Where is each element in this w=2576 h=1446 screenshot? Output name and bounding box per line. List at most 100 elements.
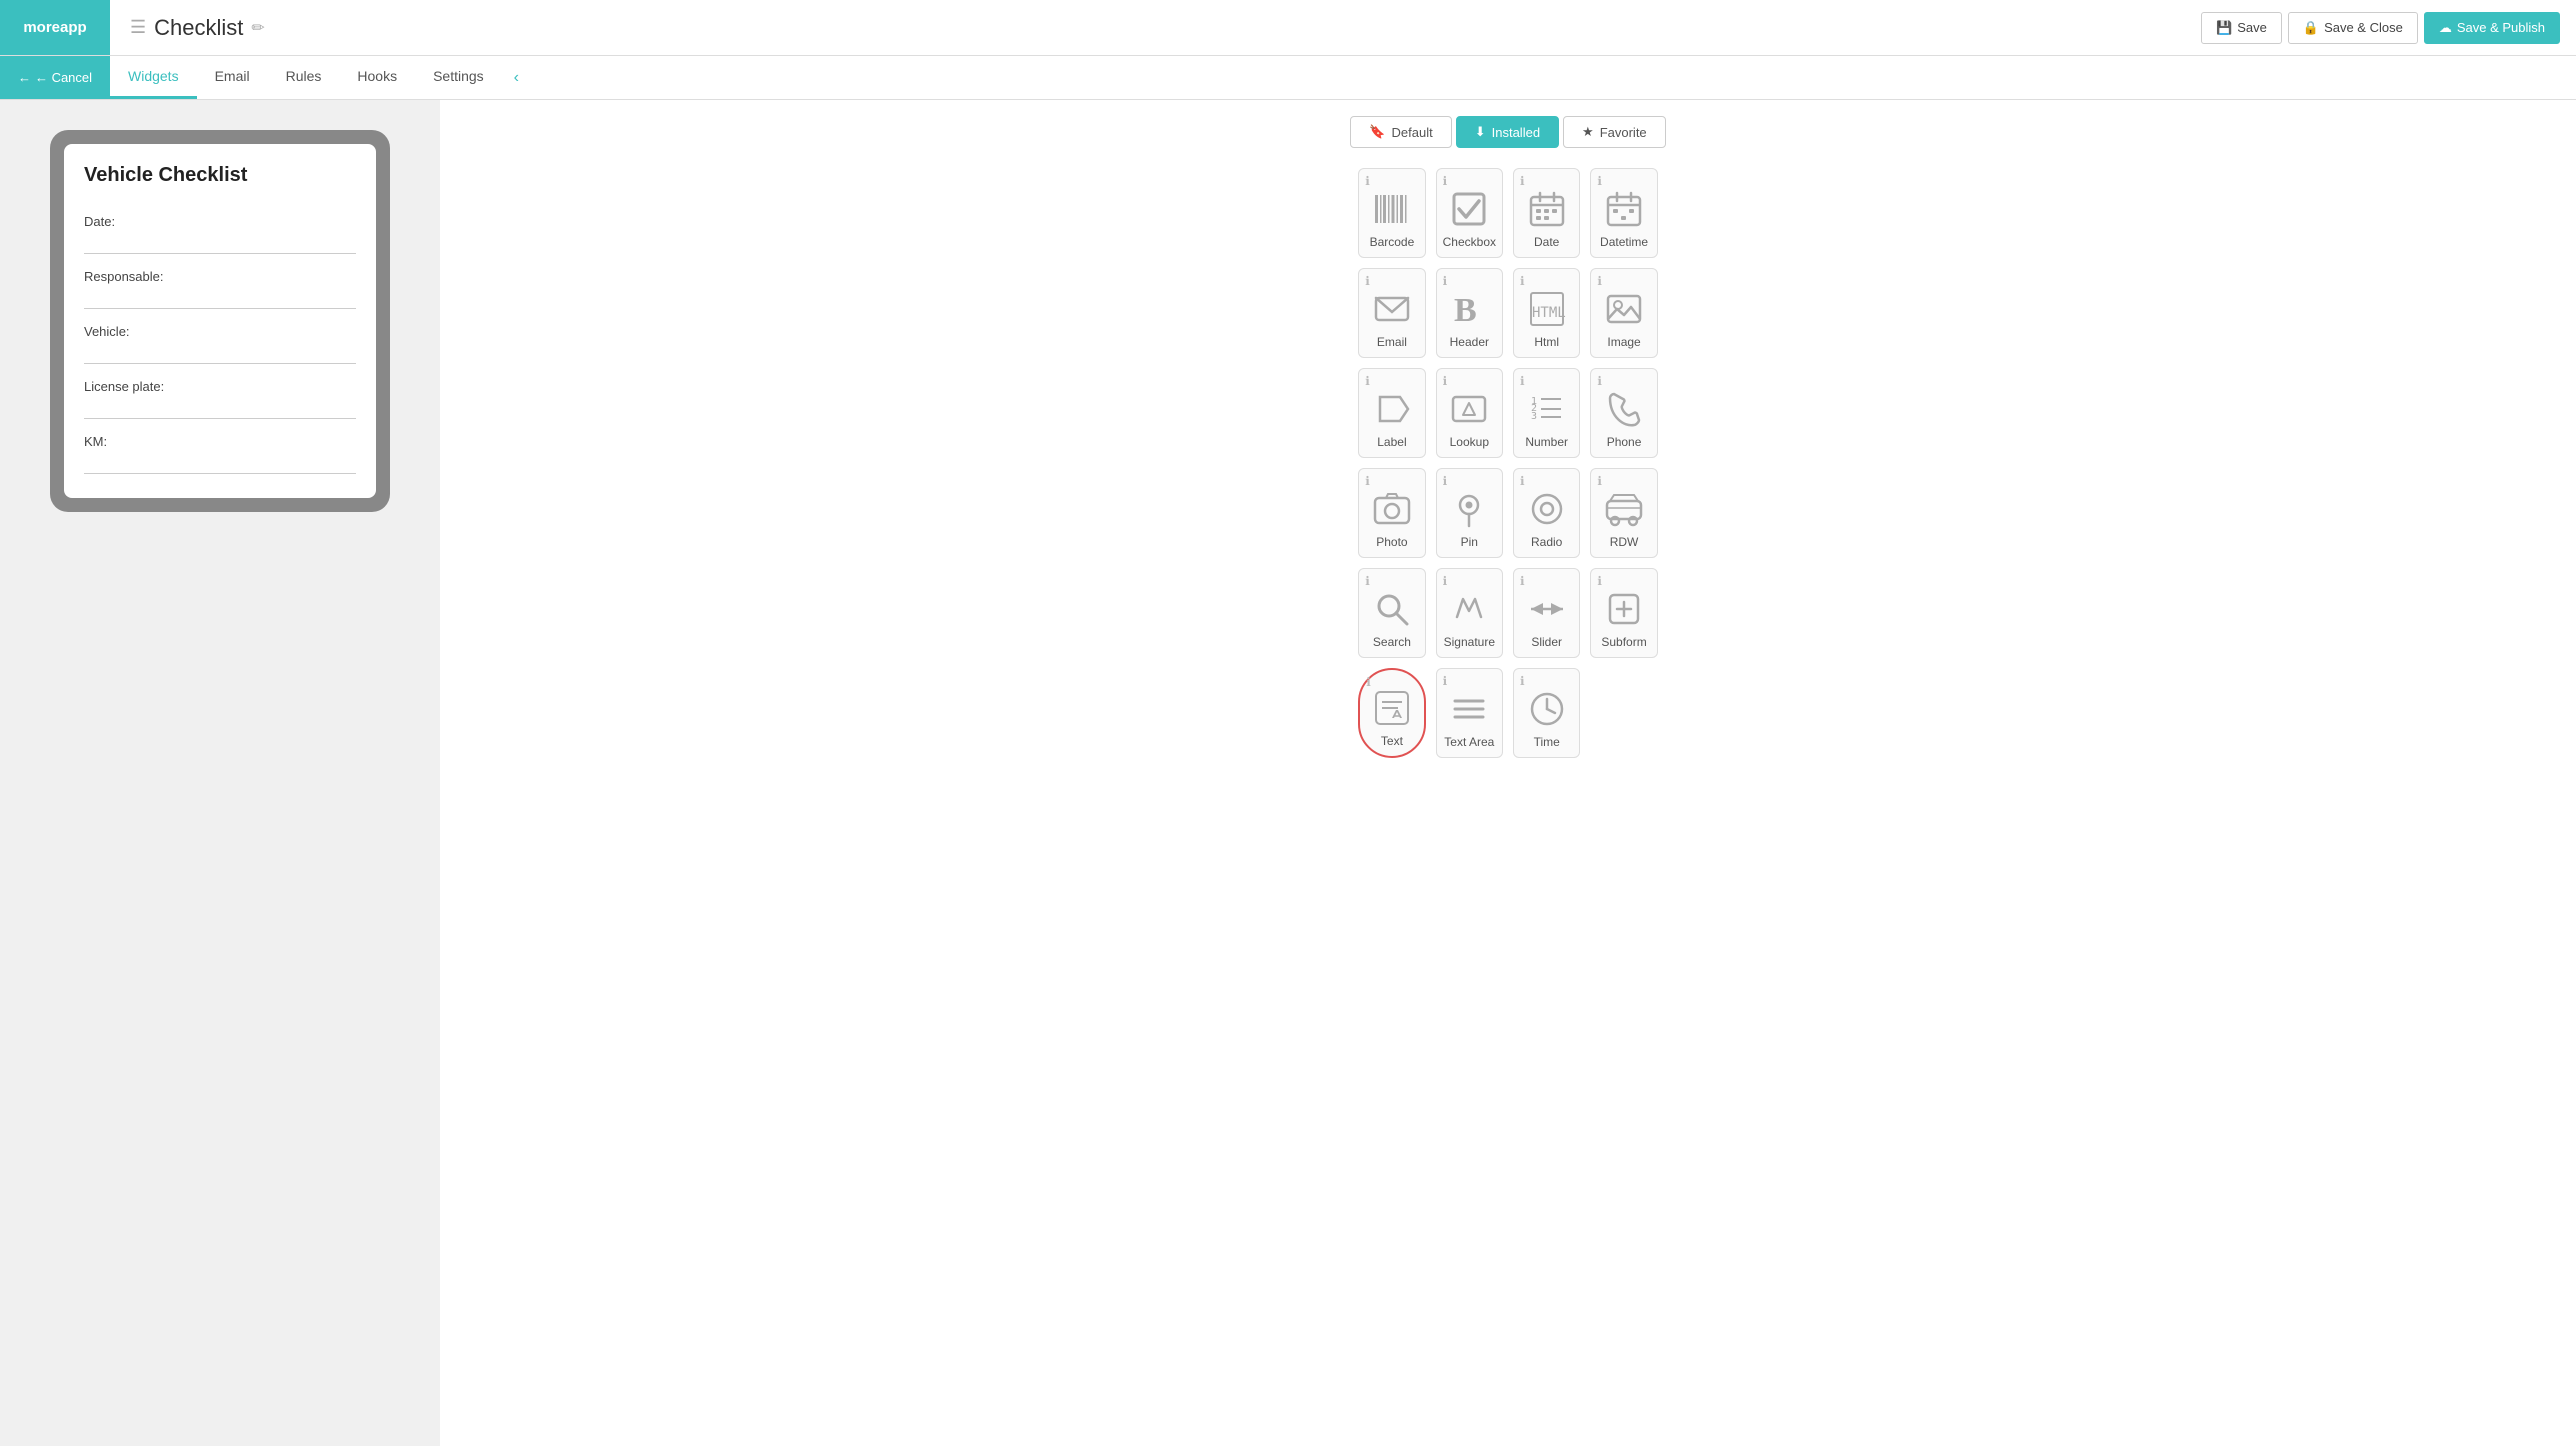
widget-date[interactable]: ℹ Date bbox=[1513, 168, 1580, 258]
field-label-responsable: Responsable: bbox=[84, 269, 164, 284]
widget-rdw[interactable]: ℹ RDW bbox=[1590, 468, 1657, 558]
topbar: moreapp ☰ Checklist ✏ 💾 Save 🔒 Save & Cl… bbox=[0, 0, 2576, 56]
subform-icon bbox=[1604, 587, 1644, 631]
rdw-label: RDW bbox=[1610, 535, 1639, 549]
widget-text[interactable]: ℹ Text bbox=[1358, 668, 1425, 758]
time-icon bbox=[1527, 687, 1567, 731]
widget-lookup[interactable]: ℹ Lookup bbox=[1436, 368, 1503, 458]
widget-number[interactable]: ℹ 123 Number bbox=[1513, 368, 1580, 458]
field-label-date: Date: bbox=[84, 214, 115, 229]
info-icon-email: ℹ bbox=[1365, 274, 1370, 288]
save-close-button[interactable]: 🔒 Save & Close bbox=[2288, 12, 2418, 44]
email-label: Email bbox=[1377, 335, 1407, 349]
textarea-label: Text Area bbox=[1444, 735, 1494, 749]
widget-time[interactable]: ℹ Time bbox=[1513, 668, 1580, 758]
lookup-label: Lookup bbox=[1450, 435, 1489, 449]
info-icon-photo: ℹ bbox=[1365, 474, 1370, 488]
info-icon-number: ℹ bbox=[1520, 374, 1525, 388]
widget-datetime[interactable]: ℹ Datetime bbox=[1590, 168, 1657, 258]
form-field-license: License plate: bbox=[84, 368, 356, 419]
info-icon-date: ℹ bbox=[1520, 174, 1525, 188]
info-icon-pin: ℹ bbox=[1443, 474, 1448, 488]
widget-signature[interactable]: ℹ Signature bbox=[1436, 568, 1503, 658]
info-icon-text: ℹ bbox=[1366, 675, 1371, 689]
number-label: Number bbox=[1525, 435, 1568, 449]
favorite-tab-icon: ★ bbox=[1582, 124, 1594, 140]
widget-search[interactable]: ℹ Search bbox=[1358, 568, 1425, 658]
tab-rules[interactable]: Rules bbox=[268, 56, 340, 99]
signature-icon bbox=[1449, 587, 1489, 631]
tab-hooks[interactable]: Hooks bbox=[339, 56, 415, 99]
main-content: Vehicle Checklist Date: Responsable: Veh… bbox=[0, 100, 2576, 1446]
tab-email[interactable]: Email bbox=[197, 56, 268, 99]
signature-label: Signature bbox=[1444, 635, 1495, 649]
checklist-icon: ☰ bbox=[130, 17, 146, 38]
widget-html[interactable]: ℹ HTML Html bbox=[1513, 268, 1580, 358]
tab-favorite[interactable]: ★ Favorite bbox=[1563, 116, 1666, 148]
image-icon bbox=[1604, 287, 1644, 331]
widget-header[interactable]: ℹ B Header bbox=[1436, 268, 1503, 358]
slider-label: Slider bbox=[1531, 635, 1562, 649]
widget-subform[interactable]: ℹ Subform bbox=[1590, 568, 1657, 658]
svg-text:HTML: HTML bbox=[1532, 305, 1566, 321]
checkbox-label: Checkbox bbox=[1443, 235, 1496, 249]
html-label: Html bbox=[1534, 335, 1559, 349]
text-label: Text bbox=[1381, 734, 1403, 748]
preview-panel: Vehicle Checklist Date: Responsable: Veh… bbox=[0, 100, 440, 1446]
widget-slider[interactable]: ℹ Slider bbox=[1513, 568, 1580, 658]
save-button[interactable]: 💾 Save bbox=[2201, 12, 2282, 44]
widget-radio[interactable]: ℹ Radio bbox=[1513, 468, 1580, 558]
installed-tab-icon: ⬇ bbox=[1475, 124, 1486, 140]
widget-textarea[interactable]: ℹ Text Area bbox=[1436, 668, 1503, 758]
subform-label: Subform bbox=[1601, 635, 1646, 649]
number-icon: 123 bbox=[1527, 387, 1567, 431]
photo-label: Photo bbox=[1376, 535, 1407, 549]
svg-text:B: B bbox=[1454, 292, 1477, 329]
tab-widgets[interactable]: Widgets bbox=[110, 56, 197, 99]
widget-checkbox[interactable]: ℹ Checkbox bbox=[1436, 168, 1503, 258]
form-title: Vehicle Checklist bbox=[84, 164, 356, 187]
info-icon-time: ℹ bbox=[1520, 674, 1525, 688]
save-icon: 💾 bbox=[2216, 20, 2232, 36]
save-publish-button[interactable]: ☁ Save & Publish bbox=[2424, 12, 2560, 44]
datetime-icon bbox=[1604, 187, 1644, 231]
widget-label[interactable]: ℹ Label bbox=[1358, 368, 1425, 458]
tab-default[interactable]: 🔖 Default bbox=[1350, 116, 1451, 148]
tab-installed[interactable]: ⬇ Installed bbox=[1456, 116, 1559, 148]
info-icon-phone: ℹ bbox=[1597, 374, 1602, 388]
slider-icon bbox=[1527, 587, 1567, 631]
info-icon-subform: ℹ bbox=[1597, 574, 1602, 588]
widget-type-tabs: 🔖 Default ⬇ Installed ★ Favorite bbox=[440, 100, 2576, 158]
edit-title-icon[interactable]: ✏ bbox=[251, 18, 264, 38]
widget-phone[interactable]: ℹ Phone bbox=[1590, 368, 1657, 458]
widget-email[interactable]: ℹ Email bbox=[1358, 268, 1425, 358]
time-label: Time bbox=[1534, 735, 1560, 749]
date-label: Date bbox=[1534, 235, 1559, 249]
form-field-responsable: Responsable: bbox=[84, 258, 356, 309]
widget-photo[interactable]: ℹ Photo bbox=[1358, 468, 1425, 558]
header-icon: B bbox=[1449, 287, 1489, 331]
widget-image[interactable]: ℹ Image bbox=[1590, 268, 1657, 358]
widget-barcode[interactable]: ℹ Barcode bbox=[1358, 168, 1425, 258]
cancel-button[interactable]: ← ← Cancel bbox=[18, 70, 92, 85]
back-arrow-icon: ← bbox=[18, 70, 31, 85]
tab-settings[interactable]: Settings bbox=[415, 56, 502, 99]
field-label-km: KM: bbox=[84, 434, 107, 449]
widget-grid: ℹ Barcode ℹ Checkbox ℹ Date bbox=[1338, 158, 1678, 778]
nav-collapse-button[interactable]: ‹ bbox=[502, 56, 531, 99]
info-icon-search: ℹ bbox=[1365, 574, 1370, 588]
datetime-label: Datetime bbox=[1600, 235, 1648, 249]
info-icon-radio: ℹ bbox=[1520, 474, 1525, 488]
label-label: Label bbox=[1377, 435, 1406, 449]
checkbox-icon bbox=[1449, 187, 1489, 231]
nav-row: ← ← Cancel Widgets Email Rules Hooks Set… bbox=[0, 56, 2576, 100]
field-label-vehicle: Vehicle: bbox=[84, 324, 130, 339]
info-icon-datetime: ℹ bbox=[1597, 174, 1602, 188]
rdw-icon bbox=[1604, 487, 1644, 531]
widget-pin[interactable]: ℹ Pin bbox=[1436, 468, 1503, 558]
info-icon-checkbox: ℹ bbox=[1443, 174, 1448, 188]
form-field-vehicle: Vehicle: bbox=[84, 313, 356, 364]
radio-label: Radio bbox=[1531, 535, 1562, 549]
cloud-icon: ☁ bbox=[2439, 20, 2452, 36]
widget-panel: 🔖 Default ⬇ Installed ★ Favorite ℹ Barco… bbox=[440, 100, 2576, 1446]
